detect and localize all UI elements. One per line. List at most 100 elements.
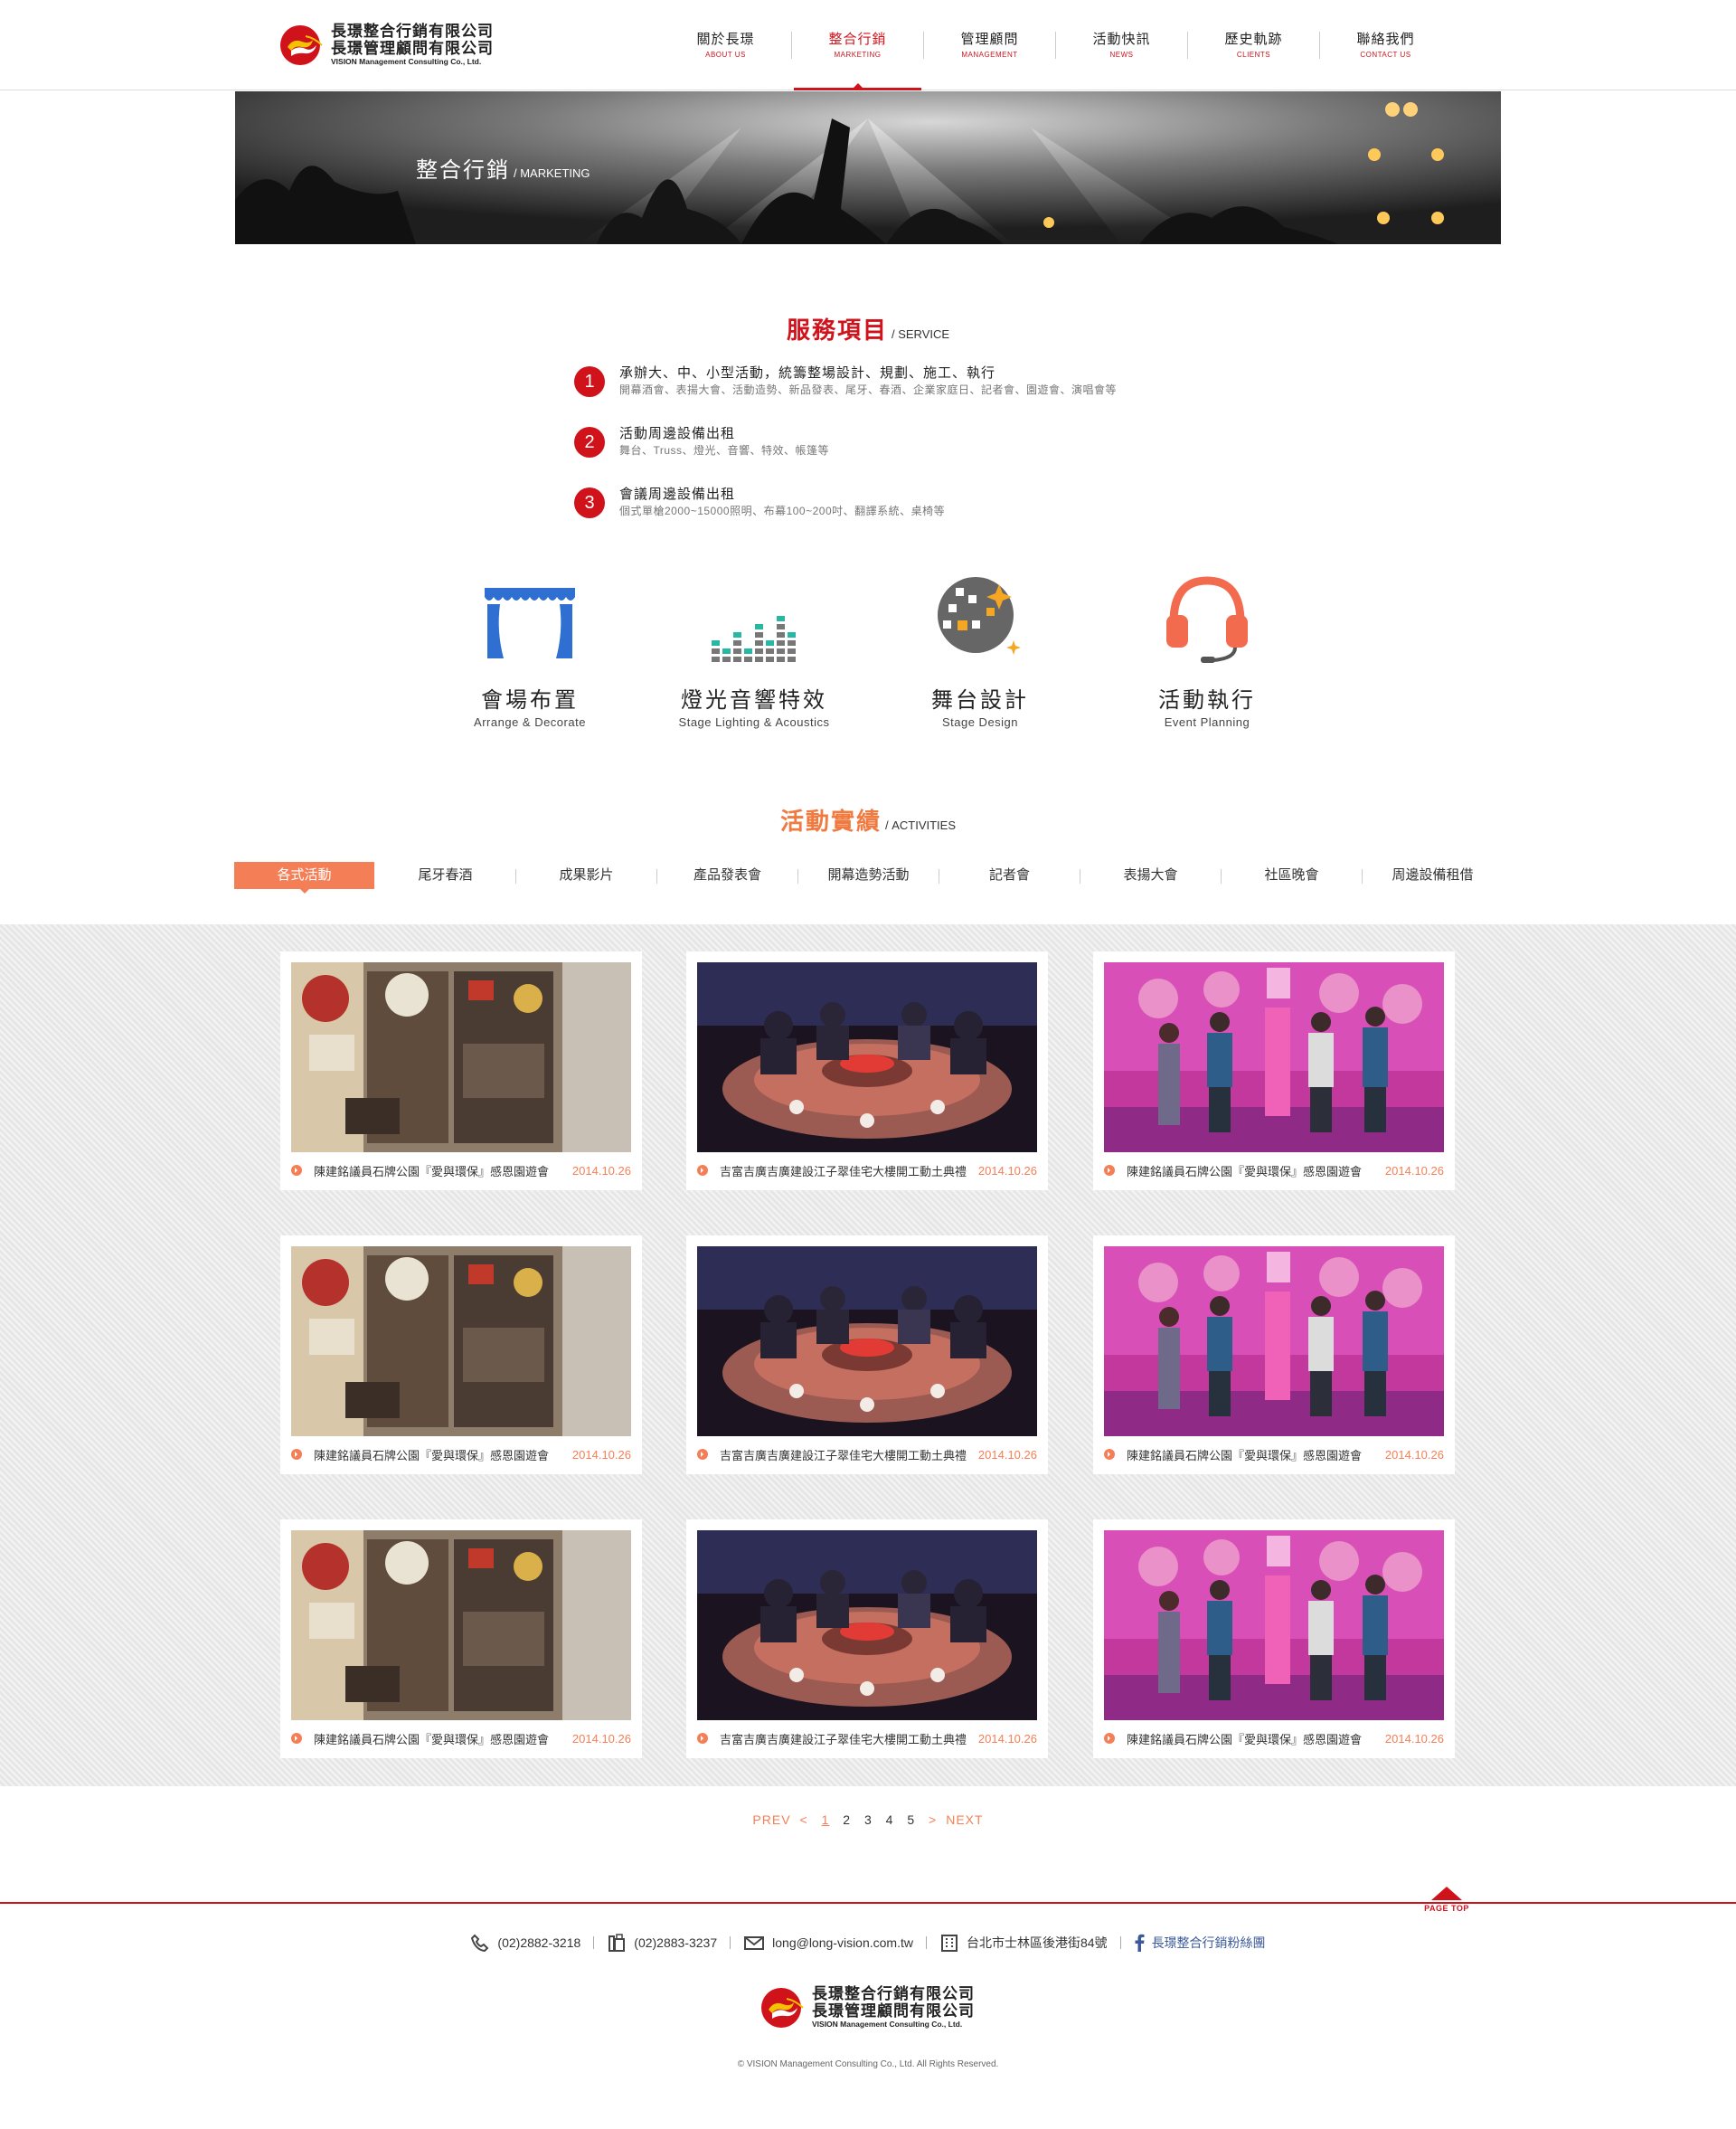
company-name-1: 長璟整合行銷有限公司 <box>812 1985 975 2002</box>
pager-prev[interactable]: PREV <box>752 1812 790 1827</box>
site-header: 長璟整合行銷有限公司 長璟管理顧問有限公司 VISION Management … <box>0 0 1736 90</box>
activity-card[interactable]: 陳建銘議員石牌公園『愛與環保』感恩園遊會 2014.10.26 <box>280 1519 642 1758</box>
service-item: 3 會議周邊設備出租 個式單槍2000~15000照明、布幕100~200吋、翻譯… <box>574 486 1117 546</box>
activity-tabs: 各式活動 尾牙春酒 成果影片 產品發表會 開幕造勢活動 記者會 表揚大會 社區晚… <box>234 862 1503 894</box>
activity-card[interactable]: 陳建銘議員石牌公園『愛與環保』感恩園遊會 2014.10.26 <box>1093 1519 1455 1758</box>
service-item: 2 活動周邊設備出租 舞台、Truss、燈光、音響、特效、帳篷等 <box>574 425 1117 486</box>
activity-card-date: 2014.10.26 <box>571 1163 631 1178</box>
activity-card-title[interactable]: 吉富吉廣吉廣建設江子翠佳宅大樓開工動土典禮 <box>720 1446 973 1463</box>
activity-card[interactable]: 陳建銘議員石牌公園『愛與環保』感恩園遊會 2014.10.26 <box>1093 1235 1455 1474</box>
play-arrow-icon <box>697 1165 708 1176</box>
tab-press-conference[interactable]: 記者會 <box>939 862 1080 889</box>
contact-phone: (02)2882-3218 <box>458 1933 593 1953</box>
page-banner: 整合行銷 / MARKETING <box>235 91 1501 244</box>
contact-phone-text: (02)2882-3218 <box>497 1935 581 1950</box>
nav-marketing[interactable]: 整合行銷 MARKETING <box>792 0 923 90</box>
tab-equipment-rental[interactable]: 周邊設備租借 <box>1363 862 1503 889</box>
activity-card[interactable]: 吉富吉廣吉廣建設江子翠佳宅大樓開工動土典禮 2014.10.26 <box>686 1235 1048 1474</box>
contact-fax: (02)2883-3237 <box>594 1933 730 1953</box>
service-number-badge: 3 <box>574 487 605 518</box>
banquet-photo[interactable] <box>697 1530 1037 1720</box>
contact-facebook[interactable]: 長璟整合行銷粉絲團 <box>1121 1934 1278 1952</box>
activity-card-title[interactable]: 陳建銘議員石牌公園『愛與環保』感恩園遊會 <box>314 1730 567 1747</box>
activity-card-title[interactable]: 陳建銘議員石牌公園『愛與環保』感恩園遊會 <box>314 1446 567 1463</box>
activity-card[interactable]: 吉富吉廣吉廣建設江子翠佳宅大樓開工動土典禮 2014.10.26 <box>686 951 1048 1190</box>
tab-all-events[interactable]: 各式活動 <box>234 862 374 894</box>
tab-opening-events[interactable]: 開幕造勢活動 <box>798 862 939 889</box>
feature-event: 活動執行 Event Planning <box>1099 568 1316 729</box>
banquet-photo[interactable] <box>697 1246 1037 1436</box>
pager-page[interactable]: 2 <box>843 1812 851 1827</box>
nav-label: 歷史軌跡 <box>1224 32 1283 47</box>
tab-community-party[interactable]: 社區晚會 <box>1222 862 1362 889</box>
company-name-2: 長璟管理顧問有限公司 <box>331 40 494 57</box>
pager-page[interactable]: 5 <box>907 1812 915 1827</box>
feature-stage: 舞台設計 Stage Design <box>872 568 1089 729</box>
service-number-badge: 2 <box>574 427 605 458</box>
stage-photo[interactable] <box>1104 1530 1444 1720</box>
activity-card-date: 2014.10.26 <box>571 1731 631 1746</box>
pager-page[interactable]: 3 <box>864 1812 873 1827</box>
service-item-title: 承辦大、中、小型活動，統籌整場設計、規劃、施工、執行 <box>619 365 996 381</box>
activity-card[interactable]: 吉富吉廣吉廣建設江子翠佳宅大樓開工動土典禮 2014.10.26 <box>686 1519 1048 1758</box>
play-arrow-icon <box>291 1449 302 1460</box>
feature-title: 會場布置 <box>481 688 579 713</box>
stage-photo[interactable] <box>1104 962 1444 1152</box>
exhibit-photo[interactable] <box>291 1246 631 1436</box>
nav-about[interactable]: 關於長璟 ABOUT US <box>660 0 791 90</box>
pager-gt[interactable]: > <box>929 1812 937 1827</box>
tab-award-ceremony[interactable]: 表揚大會 <box>1080 862 1221 889</box>
tab-year-end-party[interactable]: 尾牙春酒 <box>375 862 515 889</box>
activity-card-title[interactable]: 陳建銘議員石牌公園『愛與環保』感恩園遊會 <box>1127 1446 1380 1463</box>
pager-page[interactable]: 1 <box>822 1812 830 1827</box>
stage-photo[interactable] <box>1104 1246 1444 1436</box>
contact-fax-text: (02)2883-3237 <box>634 1935 718 1950</box>
feature-subtitle: Stage Design <box>941 715 1019 729</box>
activities-heading-zh: 活動實績 <box>779 808 882 835</box>
tab-product-launch[interactable]: 產品發表會 <box>657 862 797 889</box>
nav-label: 聯絡我們 <box>1356 32 1415 47</box>
contact-facebook-text[interactable]: 長璟整合行銷粉絲團 <box>1152 1934 1266 1952</box>
nav-label: 關於長璟 <box>696 32 755 47</box>
activity-card-date: 2014.10.26 <box>977 1163 1037 1178</box>
activity-card[interactable]: 陳建銘議員石牌公園『愛與環保』感恩園遊會 2014.10.26 <box>280 1235 642 1474</box>
activity-card-date: 2014.10.26 <box>977 1447 1037 1462</box>
building-icon <box>940 1935 958 1952</box>
banner-title-zh: 整合行銷 <box>416 158 510 183</box>
activity-card[interactable]: 陳建銘議員石牌公園『愛與環保』感恩園遊會 2014.10.26 <box>280 951 642 1190</box>
activity-card[interactable]: 陳建銘議員石牌公園『愛與環保』感恩園遊會 2014.10.26 <box>1093 951 1455 1190</box>
nav-label: 管理顧問 <box>960 32 1019 47</box>
nav-clients[interactable]: 歷史軌跡 CLIENTS <box>1188 0 1319 90</box>
feature-title: 燈光音響特效 <box>681 688 827 713</box>
pager-next[interactable]: NEXT <box>946 1812 983 1827</box>
nav-label-en: ABOUT US <box>705 51 746 59</box>
tab-videos[interactable]: 成果影片 <box>516 862 656 889</box>
activity-card-title[interactable]: 吉富吉廣吉廣建設江子翠佳宅大樓開工動土典禮 <box>720 1162 973 1179</box>
play-arrow-icon <box>697 1449 708 1460</box>
activity-card-date: 2014.10.26 <box>1384 1163 1444 1178</box>
activity-card-title[interactable]: 陳建銘議員石牌公園『愛與環保』感恩園遊會 <box>1127 1162 1380 1179</box>
exhibit-photo[interactable] <box>291 1530 631 1720</box>
nav-label-en: NEWS <box>1109 51 1134 59</box>
activity-card-title[interactable]: 吉富吉廣吉廣建設江子翠佳宅大樓開工動土典禮 <box>720 1730 973 1747</box>
service-heading-en: / SERVICE <box>891 327 950 341</box>
pager-lt[interactable]: < <box>800 1812 808 1827</box>
activity-card-title[interactable]: 陳建銘議員石牌公園『愛與環保』感恩園遊會 <box>1127 1730 1380 1747</box>
service-number-badge: 1 <box>574 366 605 397</box>
nav-management[interactable]: 管理顧問 MANAGEMENT <box>924 0 1055 90</box>
company-logo[interactable]: 長璟整合行銷有限公司 長璟管理顧問有限公司 VISION Management … <box>278 23 494 67</box>
contact-email-text[interactable]: long@long-vision.com.tw <box>772 1935 913 1950</box>
nav-contact[interactable]: 聯絡我們 CONTACT US <box>1320 0 1451 90</box>
activity-card-title[interactable]: 陳建銘議員石牌公園『愛與環保』感恩園遊會 <box>314 1162 567 1179</box>
service-item: 1 承辦大、中、小型活動，統籌整場設計、規劃、施工、執行 開幕酒會、表揚大會、活動… <box>574 364 1117 425</box>
logo-mark-icon <box>761 1987 804 2028</box>
pager-page[interactable]: 4 <box>886 1812 894 1827</box>
feature-lighting: 燈光音響特效 Stage Lighting & Acoustics <box>646 568 863 729</box>
nav-news[interactable]: 活動快訊 NEWS <box>1056 0 1187 90</box>
activities-heading: 活動實績 / ACTIVITIES <box>0 803 1736 837</box>
exhibit-photo[interactable] <box>291 962 631 1152</box>
page-top-button[interactable]: PAGE TOP <box>1422 1887 1471 1913</box>
banquet-photo[interactable] <box>697 962 1037 1152</box>
play-arrow-icon <box>1104 1733 1115 1744</box>
logo-mark-icon <box>280 24 323 65</box>
